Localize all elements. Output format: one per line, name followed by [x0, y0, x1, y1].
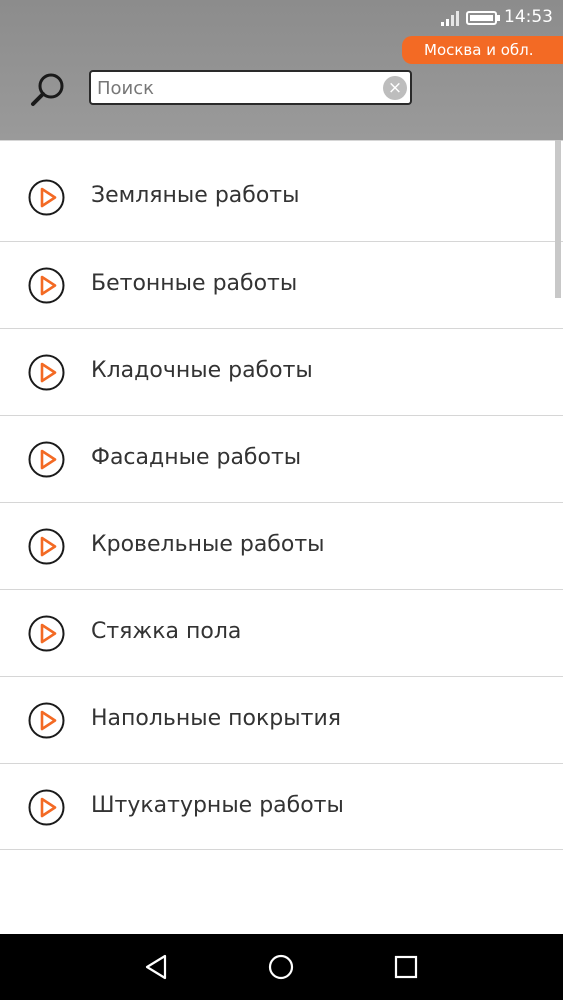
back-icon[interactable]	[141, 952, 171, 982]
category-list: Земляные работы Бетонные работы Кладочные …	[0, 140, 563, 850]
category-item[interactable]: Штукатурные работы	[0, 763, 563, 850]
play-circle-icon	[28, 615, 65, 652]
category-label: Бетонные работы	[91, 271, 298, 296]
clock: 14:53	[504, 7, 553, 27]
search-icon[interactable]	[28, 70, 68, 110]
category-item[interactable]: Бетонные работы	[0, 241, 563, 328]
play-circle-icon	[28, 267, 65, 304]
category-item[interactable]: Стяжка пола	[0, 589, 563, 676]
play-circle-icon	[28, 354, 65, 391]
signal-icon	[441, 11, 459, 26]
search-field[interactable]: ×	[89, 70, 412, 105]
header: 14:53 Москва и обл. ×	[0, 0, 563, 140]
play-circle-icon	[28, 789, 65, 826]
region-selector[interactable]: Москва и обл.	[402, 36, 563, 64]
category-item[interactable]: Фасадные работы	[0, 415, 563, 502]
category-item[interactable]: Кровельные работы	[0, 502, 563, 589]
category-label: Кровельные работы	[91, 532, 325, 557]
category-label: Напольные покрытия	[91, 706, 341, 731]
category-label: Стяжка пола	[91, 619, 242, 644]
clear-search-button[interactable]: ×	[383, 76, 407, 100]
category-item[interactable]: Напольные покрытия	[0, 676, 563, 763]
play-circle-icon	[28, 528, 65, 565]
category-label: Фасадные работы	[91, 445, 302, 470]
category-item[interactable]: Земляные работы	[0, 140, 563, 241]
category-label: Штукатурные работы	[91, 793, 344, 818]
category-label: Земляные работы	[91, 183, 300, 208]
battery-icon	[466, 11, 500, 25]
recents-icon[interactable]	[391, 952, 421, 982]
home-icon[interactable]	[266, 952, 296, 982]
status-bar: 14:53	[0, 0, 563, 36]
navigation-bar	[0, 934, 563, 1000]
category-label: Кладочные работы	[91, 358, 313, 383]
search-input[interactable]	[95, 74, 383, 103]
play-circle-icon	[28, 179, 65, 216]
play-circle-icon	[28, 702, 65, 739]
play-circle-icon	[28, 441, 65, 478]
category-item[interactable]: Кладочные работы	[0, 328, 563, 415]
scrollbar[interactable]	[555, 140, 561, 298]
